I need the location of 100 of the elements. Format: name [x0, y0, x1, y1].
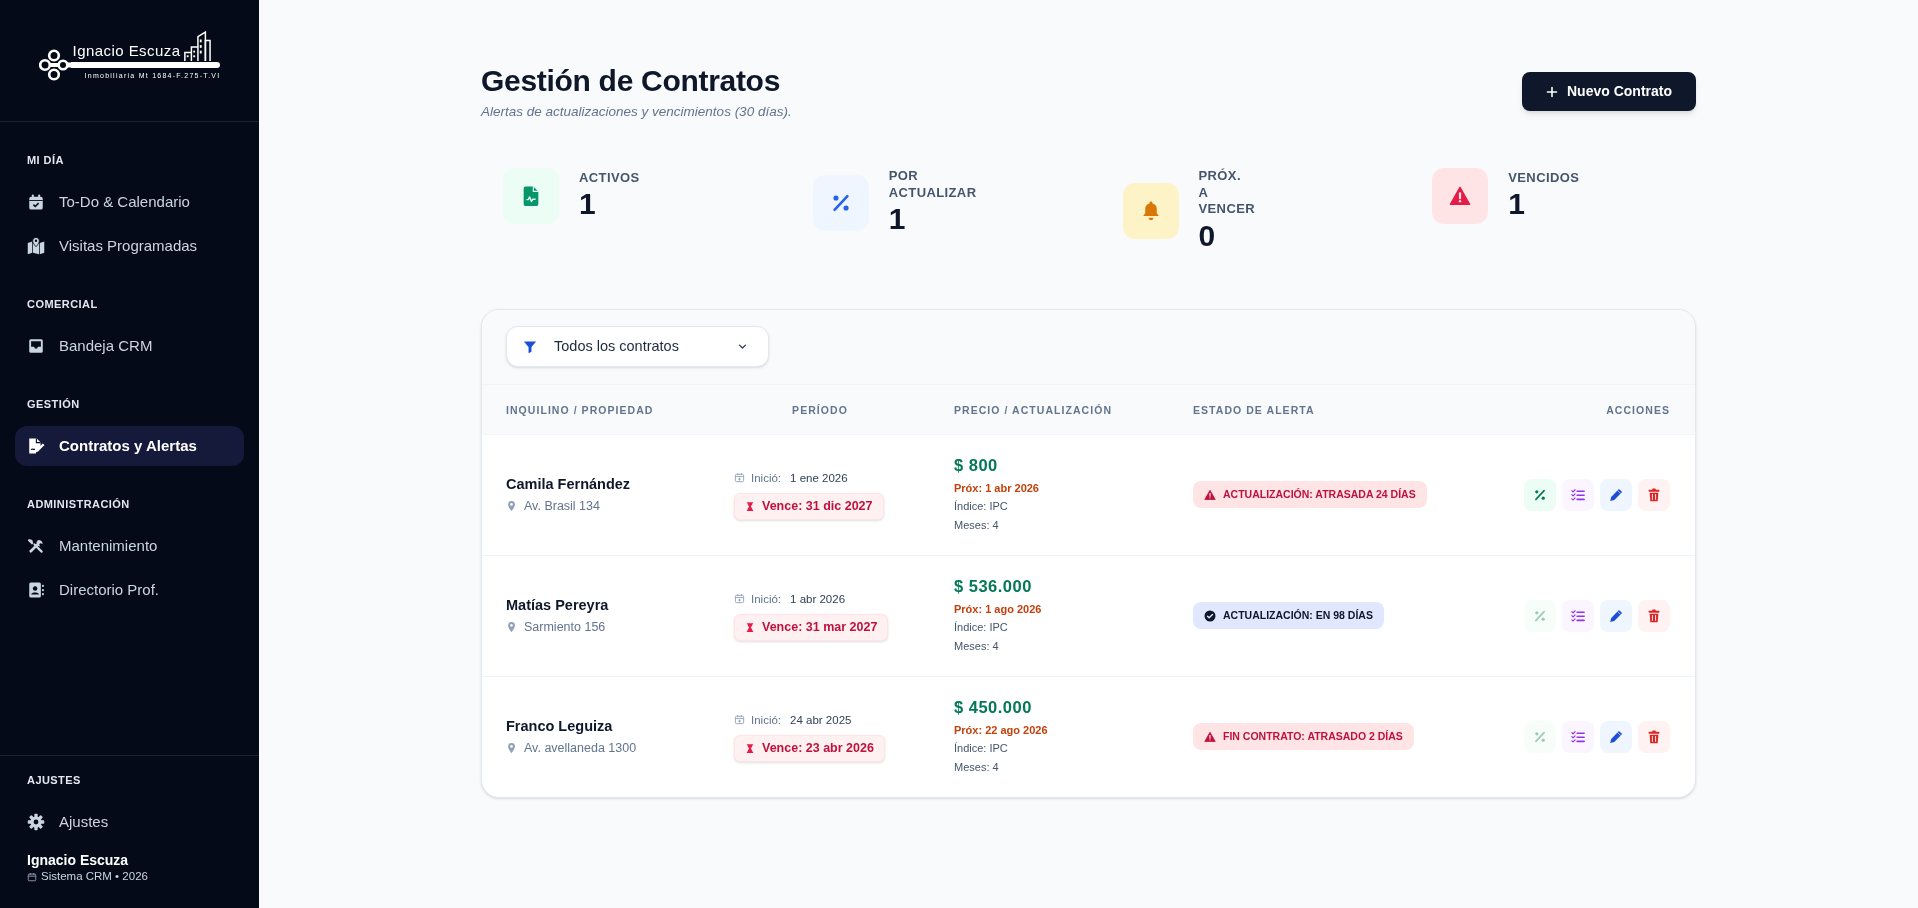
trash-icon	[1647, 729, 1661, 744]
calendar-icon	[27, 871, 37, 882]
start-label: Inició:	[751, 470, 782, 486]
stat-value: 1	[1508, 186, 1526, 223]
hourglass-icon	[745, 500, 755, 512]
address-text: Av. Brasil 134	[524, 498, 600, 515]
stat-value: 0	[1198, 217, 1217, 254]
stat-value: 1	[888, 201, 907, 237]
nav-item[interactable]: Mantenimiento	[15, 526, 244, 566]
map-pin-icon	[506, 621, 517, 633]
index-text: Índice: IPC	[954, 620, 1008, 635]
stat-label: VENCIDOS	[1508, 169, 1580, 187]
document-pen-icon	[27, 437, 45, 455]
price-text: $ 536.000	[954, 576, 1032, 597]
section-label: AJUSTES	[26, 773, 82, 788]
stat-label: PRÓX. A VENCER	[1198, 168, 1255, 218]
section-label: MI DÍA	[26, 153, 65, 168]
map-pin-icon	[506, 500, 517, 512]
column-header: PERÍODO	[792, 404, 848, 416]
delete-button[interactable]	[1638, 599, 1670, 632]
key-icon	[38, 49, 71, 81]
start-date: 1 ene 2026	[790, 470, 848, 486]
price-text: $ 450.000	[954, 697, 1032, 718]
trash-icon	[1647, 608, 1661, 623]
index-text: Índice: IPC	[954, 499, 1008, 514]
calendar-icon	[734, 472, 745, 483]
warning-icon	[1204, 488, 1216, 501]
pencil-icon	[1609, 487, 1623, 502]
edit-button[interactable]	[1600, 720, 1632, 753]
map-pin-icon	[27, 237, 45, 255]
nav-item[interactable]: Directorio Prof.	[15, 570, 244, 610]
column-header: ESTADO DE ALERTA	[1193, 404, 1315, 416]
percent-button[interactable]	[1524, 478, 1556, 511]
delete-button[interactable]	[1638, 478, 1670, 511]
column-header: INQUILINO / PROPIEDAD	[506, 404, 654, 416]
checklist-icon	[1571, 729, 1585, 744]
warning-icon	[1204, 730, 1216, 743]
trash-icon	[1647, 487, 1661, 502]
checklist-button[interactable]	[1562, 599, 1594, 632]
checklist-icon	[1571, 608, 1585, 623]
warning-icon	[1432, 168, 1489, 224]
chevron-down-icon	[737, 341, 748, 352]
months-text: Meses: 4	[954, 639, 999, 654]
new-contract-button[interactable]: Nuevo Contrato	[1522, 72, 1696, 111]
percent-icon	[1533, 729, 1547, 744]
hourglass-icon	[745, 742, 755, 754]
plus-icon	[1546, 85, 1558, 98]
nav-item[interactable]: Visitas Programadas	[15, 226, 244, 266]
bell-icon	[1122, 182, 1179, 239]
document-chart-icon	[503, 168, 559, 224]
next-update-text: Próx: 1 ago 2026	[954, 602, 1042, 617]
filter-dropdown[interactable]: Todos los contratos	[506, 326, 769, 367]
tools-icon	[27, 537, 45, 555]
address-text: Sarmiento 156	[524, 619, 606, 636]
start-label: Inició:	[751, 591, 782, 607]
tenant-name: Franco Leguiza	[506, 717, 614, 736]
alert-text: ACTUALIZACIÓN: ATRASADA 24 DÍAS	[1223, 486, 1416, 502]
start-label: Inició:	[751, 712, 782, 728]
next-update-text: Próx: 1 abr 2026	[954, 481, 1039, 496]
contact-card-icon	[27, 581, 45, 599]
stat-label: POR ACTUALIZAR	[888, 168, 977, 201]
nav-item[interactable]: To-Do & Calendario	[15, 182, 244, 222]
percent-icon	[1533, 487, 1547, 502]
nav-item[interactable]: Contratos y Alertas	[15, 426, 244, 466]
tenant-name: Matías Pereyra	[506, 596, 610, 615]
due-date-text: Vence: 23 abr 2026	[762, 739, 874, 757]
calendar-check-icon	[27, 193, 45, 211]
user-subtitle: Sistema CRM • 2026	[41, 869, 148, 884]
start-date: 1 abr 2026	[790, 591, 846, 607]
inbox-icon	[27, 337, 45, 355]
filter-icon	[523, 339, 537, 354]
nav-item[interactable]: Bandeja CRM	[15, 326, 244, 366]
check-circle-icon	[1204, 609, 1216, 622]
start-date: 24 abr 2025	[790, 712, 852, 728]
edit-button[interactable]	[1600, 478, 1632, 511]
stat-value: 1	[579, 186, 597, 223]
due-date-text: Vence: 31 dic 2027	[762, 497, 873, 515]
buildings-icon	[182, 30, 211, 62]
delete-button[interactable]	[1638, 720, 1670, 753]
alert-text: FIN CONTRATO: ATRASADO 2 DÍAS	[1223, 728, 1403, 744]
nav-item[interactable]: Ajustes	[15, 802, 244, 842]
next-update-text: Próx: 22 ago 2026	[954, 723, 1048, 738]
checklist-button[interactable]	[1562, 478, 1594, 511]
page-title: Gestión de Contratos	[481, 63, 782, 99]
index-text: Índice: IPC	[954, 741, 1008, 756]
months-text: Meses: 4	[954, 760, 999, 775]
checklist-button[interactable]	[1562, 720, 1594, 753]
page-subtitle: Alertas de actualizaciones y vencimientos (30 días).	[481, 103, 792, 121]
pencil-icon	[1609, 608, 1623, 623]
due-date-text: Vence: 31 mar 2027	[762, 618, 878, 636]
edit-button[interactable]	[1600, 599, 1632, 632]
calendar-icon	[734, 593, 745, 604]
calendar-icon	[734, 714, 745, 725]
checklist-icon	[1571, 487, 1585, 502]
map-pin-icon	[506, 742, 517, 754]
section-label: ADMINISTRACIÓN	[26, 497, 131, 512]
logo-name: Ignacio Escuza	[72, 42, 181, 61]
section-label: COMERCIAL	[26, 297, 99, 312]
user-name: Ignacio Escuza	[27, 851, 130, 869]
settings-icon	[27, 813, 45, 831]
